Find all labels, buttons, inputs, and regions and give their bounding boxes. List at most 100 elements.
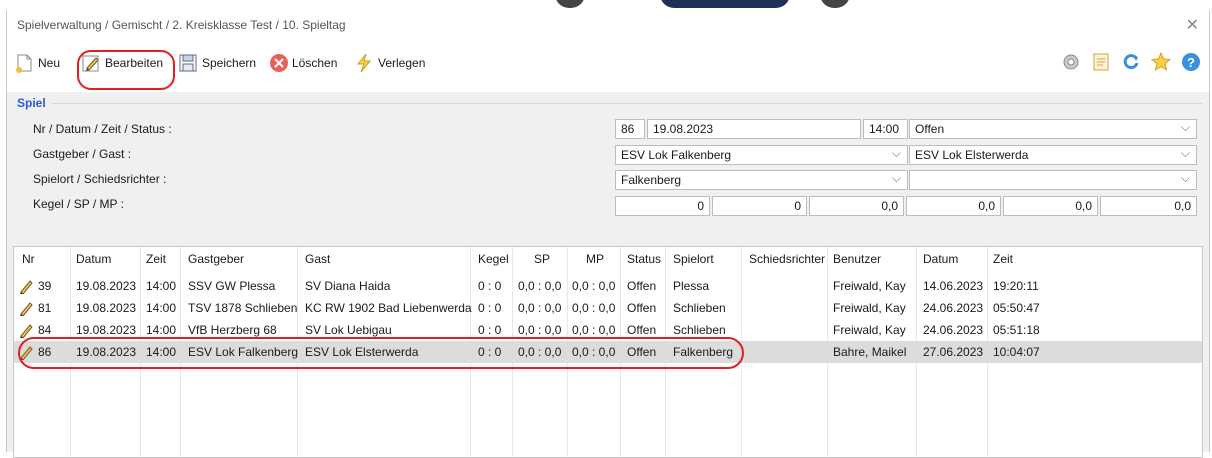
save-label: Speichern (202, 56, 257, 70)
mp-home-field[interactable]: 0,0 (1003, 196, 1098, 216)
cell-mp: 0,0 : 0,0 (572, 323, 616, 337)
cell-gastgeber: VfB Herzberg 68 (188, 323, 277, 337)
move-button[interactable]: Verlegen (355, 51, 425, 75)
svg-text:?: ? (1187, 55, 1195, 70)
cell-benutzer: Freiwald, Kay (833, 279, 906, 293)
group-divider (52, 103, 1202, 104)
cell-mp: 0,0 : 0,0 (572, 279, 616, 293)
pencil-icon[interactable] (18, 300, 34, 316)
delete-label: Löschen (292, 56, 338, 70)
cell-spielort: Plessa (673, 279, 710, 293)
cell-datum: 19.08.2023 (76, 279, 137, 293)
sp-home-field[interactable]: 0,0 (809, 196, 904, 216)
mp-guest-field[interactable]: 0,0 (1100, 196, 1197, 216)
sp-guest-field[interactable]: 0,0 (906, 196, 1001, 216)
header-schiedsrichter[interactable]: Schiedsrichter (749, 252, 825, 266)
new-document-icon (15, 53, 33, 73)
header-mp[interactable]: MP (586, 252, 604, 266)
cell-datum-2: 24.06.2023 (923, 301, 984, 315)
cell-gastgeber: TSV 1878 Schlieben (188, 301, 298, 315)
kegel-guest-field[interactable]: 0 (712, 196, 807, 216)
cell-sp: 0,0 : 0,0 (518, 323, 562, 337)
cell-kegel: 0 : 0 (478, 323, 502, 337)
header-nr[interactable]: Nr (22, 252, 35, 266)
venue-select[interactable]: Falkenberg (615, 170, 908, 190)
title-bar: Spielverwaltung / Gemischt / 2. Kreiskla… (7, 10, 1209, 40)
star-icon[interactable] (1150, 51, 1172, 72)
cell-gast: SV Lok Uebigau (305, 323, 392, 337)
cell-nr: 39 (38, 279, 52, 293)
cell-kegel: 0 : 0 (478, 279, 502, 293)
table-header: Nr Datum Zeit Gastgeber Gast Kegel SP MP… (14, 247, 1202, 269)
game-management-window: Spielverwaltung / Gemischt / 2. Kreiskla… (6, 10, 1210, 458)
cell-datum-2: 24.06.2023 (923, 323, 984, 337)
new-button[interactable]: Neu (15, 51, 60, 75)
header-status[interactable]: Status (627, 252, 661, 266)
list-icon[interactable] (1091, 52, 1111, 72)
status-select[interactable]: Offen (909, 119, 1197, 139)
save-button[interactable]: Speichern (179, 51, 256, 75)
window-title: Spielverwaltung / Gemischt / 2. Kreiskla… (17, 18, 346, 32)
background-strip (0, 0, 1212, 10)
cell-nr: 84 (38, 323, 52, 337)
pencil-icon[interactable] (18, 278, 34, 294)
cell-zeit-2: 19:20:11 (993, 279, 1039, 293)
kegel-home-field[interactable]: 0 (615, 196, 710, 216)
nr-field[interactable]: 86 (615, 119, 645, 139)
guest-select[interactable]: ESV Lok Elsterwerda (909, 145, 1197, 165)
cell-spielort: Schlieben (673, 301, 726, 315)
cell-kegel: 0 : 0 (478, 301, 502, 315)
cell-gast: KC RW 1902 Bad Liebenwerda (305, 301, 472, 315)
header-datum[interactable]: Datum (76, 252, 111, 266)
highlight-annotation-edit (77, 50, 175, 90)
table-row[interactable]: 81 19.08.2023 14:00 TSV 1878 Schlieben K… (14, 297, 1202, 319)
games-table: Nr Datum Zeit Gastgeber Gast Kegel SP MP… (13, 246, 1203, 458)
label-kegel: Kegel / SP / MP : (33, 197, 124, 211)
cell-spielort: Schlieben (673, 323, 726, 337)
header-spielort[interactable]: Spielort (673, 252, 714, 266)
help-icon[interactable]: ? (1181, 52, 1201, 72)
cell-benutzer: Bahre, Maikel (833, 345, 907, 359)
toolbar-right-icons: ? (1061, 51, 1201, 72)
date-field[interactable]: 19.08.2023 (647, 119, 861, 139)
header-zeit-2[interactable]: Zeit (993, 252, 1013, 266)
gear-icon[interactable] (1061, 52, 1081, 72)
header-kegel[interactable]: Kegel (478, 252, 509, 266)
referee-select[interactable] (909, 170, 1197, 190)
cell-status: Offen (627, 301, 657, 315)
cell-datum-2: 27.06.2023 (923, 345, 984, 359)
header-datum-2[interactable]: Datum (923, 252, 958, 266)
move-label: Verlegen (378, 56, 426, 70)
header-sp[interactable]: SP (534, 252, 550, 266)
cell-mp: 0,0 : 0,0 (572, 301, 616, 315)
cell-zeit: 14:00 (146, 323, 177, 337)
header-gast[interactable]: Gast (305, 252, 330, 266)
label-nr-datum: Nr / Datum / Zeit / Status : (33, 122, 172, 136)
pencil-icon[interactable] (18, 322, 34, 338)
header-benutzer[interactable]: Benutzer (833, 252, 881, 266)
cell-zeit-2: 05:51:18 (993, 323, 1040, 337)
save-icon (179, 53, 197, 73)
cell-datum: 19.08.2023 (76, 301, 137, 315)
new-label: Neu (38, 56, 61, 70)
cell-status: Offen (627, 323, 657, 337)
label-gastgeber-gast: Gastgeber / Gast : (33, 147, 132, 161)
delete-icon (269, 53, 288, 73)
time-field[interactable]: 14:00 (863, 119, 908, 139)
highlight-annotation-row (18, 337, 744, 369)
cell-zeit-2: 10:04:07 (993, 345, 1040, 359)
header-zeit[interactable]: Zeit (146, 252, 166, 266)
table-row[interactable]: 39 19.08.2023 14:00 SSV GW Plessa SV Dia… (14, 275, 1202, 297)
host-select[interactable]: ESV Lok Falkenberg (615, 145, 908, 165)
header-gastgeber[interactable]: Gastgeber (188, 252, 244, 266)
cell-datum: 19.08.2023 (76, 323, 137, 337)
spiel-group-label: Spiel (17, 96, 46, 110)
cell-datum-2: 14.06.2023 (923, 279, 984, 293)
close-icon[interactable]: ✕ (1186, 15, 1199, 35)
cell-zeit: 14:00 (146, 279, 177, 293)
cell-status: Offen (627, 279, 657, 293)
delete-button[interactable]: Löschen (269, 51, 337, 75)
lightning-icon (355, 53, 373, 73)
cell-sp: 0,0 : 0,0 (518, 301, 562, 315)
refresh-icon[interactable] (1121, 52, 1141, 72)
